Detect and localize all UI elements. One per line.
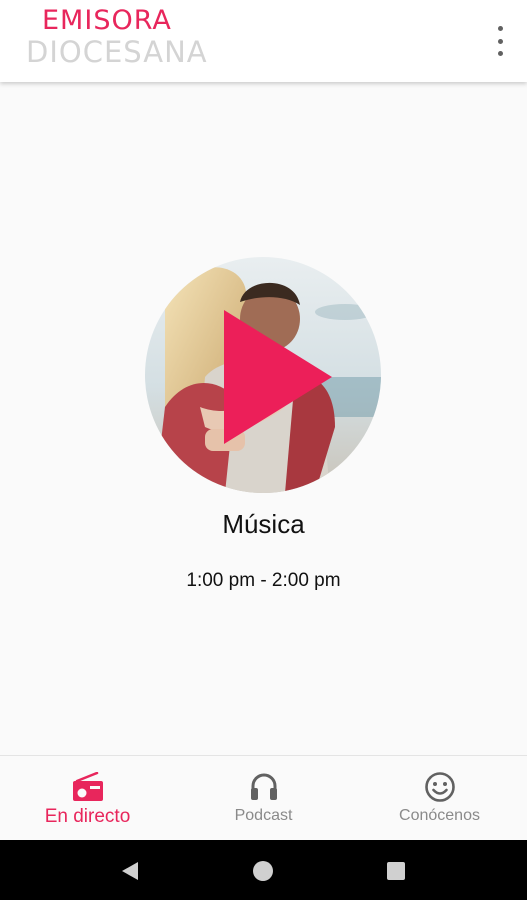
nav-label-en-directo: En directo <box>44 806 131 827</box>
system-navigation-bar <box>0 840 527 900</box>
radio-icon <box>72 770 104 804</box>
nav-label-conocenos: Conócenos <box>399 807 480 824</box>
app-bar: EMISORA DIOCESANA <box>0 0 527 82</box>
logo-text-bottom: DIOCESANA <box>26 35 208 69</box>
smiley-icon <box>424 770 456 804</box>
app-logo: EMISORA DIOCESANA <box>26 5 208 69</box>
bottom-navigation: En directo Podcast Conócenos <box>0 755 527 841</box>
nav-item-podcast[interactable]: Podcast <box>176 756 351 841</box>
more-vert-icon[interactable] <box>493 26 507 56</box>
logo-text-top: EMISORA <box>42 5 172 36</box>
nav-item-conocenos[interactable]: Conócenos <box>352 756 527 841</box>
play-icon[interactable] <box>224 310 332 444</box>
headphones-icon <box>249 770 279 804</box>
program-title: Música <box>222 509 305 539</box>
home-circle-icon[interactable] <box>249 857 277 885</box>
nav-label-podcast: Podcast <box>234 807 293 824</box>
nav-item-en-directo[interactable]: En directo <box>0 756 175 841</box>
recents-square-icon[interactable] <box>382 857 410 885</box>
back-triangle-icon[interactable] <box>116 857 144 885</box>
program-time: 1:00 pm - 2:00 pm <box>186 570 341 591</box>
